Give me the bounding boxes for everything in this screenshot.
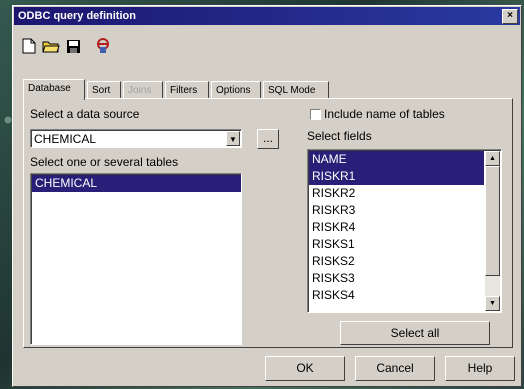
include-names-checkbox[interactable] [310, 109, 321, 120]
scroll-down-icon[interactable]: ▼ [485, 296, 500, 311]
fields-items: NAME RISKR1 RISKR2 RISKR3 RISKR4 RISKS1 RISKS2… [308, 150, 501, 304]
datasource-label: Select a data source [30, 107, 140, 121]
list-item[interactable]: RISKR4 [309, 219, 484, 236]
tab-sort[interactable]: Sort [87, 81, 121, 98]
list-item[interactable]: CHEMICAL [32, 175, 241, 192]
database-tab-panel: Select a data source CHEMICAL ▼ ... Sele… [23, 98, 513, 348]
tab-database[interactable]: Database [23, 79, 85, 100]
list-item[interactable]: RISKR2 [309, 185, 484, 202]
fields-scrollbar[interactable]: ▲ ▼ [485, 151, 500, 311]
window-title: ODBC query definition [18, 10, 136, 22]
tab-joins: Joins [123, 81, 163, 98]
list-item[interactable]: RISKS1 [309, 236, 484, 253]
fields-listbox[interactable]: NAME RISKR1 RISKR2 RISKR3 RISKR4 RISKS1 RISKS2… [307, 149, 502, 313]
list-item[interactable]: RISKS3 [309, 270, 484, 287]
title-bar[interactable]: ODBC query definition × [14, 7, 520, 25]
list-item[interactable]: RISKS2 [309, 253, 484, 270]
tables-label: Select one or several tables [30, 155, 179, 169]
include-names-label: Include name of tables [324, 107, 445, 121]
list-item[interactable]: NAME [309, 151, 484, 168]
list-item[interactable]: RISKR1 [309, 168, 484, 185]
select-all-button[interactable]: Select all [340, 321, 490, 345]
ok-button[interactable]: OK [265, 356, 345, 381]
fields-label: Select fields [307, 129, 372, 143]
list-item[interactable]: RISKR3 [309, 202, 484, 219]
tables-items: CHEMICAL [31, 174, 241, 192]
odbc-query-dialog: ODBC query definition × Database Sort Jo… [12, 5, 522, 387]
help-button[interactable]: Help [445, 356, 515, 381]
scroll-up-icon[interactable]: ▲ [485, 151, 500, 166]
tables-listbox[interactable]: CHEMICAL [30, 173, 242, 345]
datasource-combo[interactable]: CHEMICAL ▼ [30, 129, 242, 148]
chevron-down-icon[interactable]: ▼ [226, 131, 240, 146]
close-button[interactable]: × [502, 9, 518, 24]
save-disk-icon[interactable] [63, 36, 83, 56]
tab-options[interactable]: Options [211, 81, 261, 98]
cancel-button[interactable]: Cancel [355, 356, 435, 381]
open-folder-icon[interactable] [41, 36, 61, 56]
odbc-connect-icon[interactable] [93, 36, 113, 56]
browse-button[interactable]: ... [257, 129, 279, 149]
list-item[interactable]: RISKS4 [309, 287, 484, 304]
tab-sql-mode[interactable]: SQL Mode [263, 81, 329, 98]
datasource-value: CHEMICAL [34, 132, 97, 146]
tab-filters[interactable]: Filters [165, 81, 209, 98]
new-document-icon[interactable] [19, 36, 39, 56]
scroll-thumb[interactable] [485, 166, 500, 276]
